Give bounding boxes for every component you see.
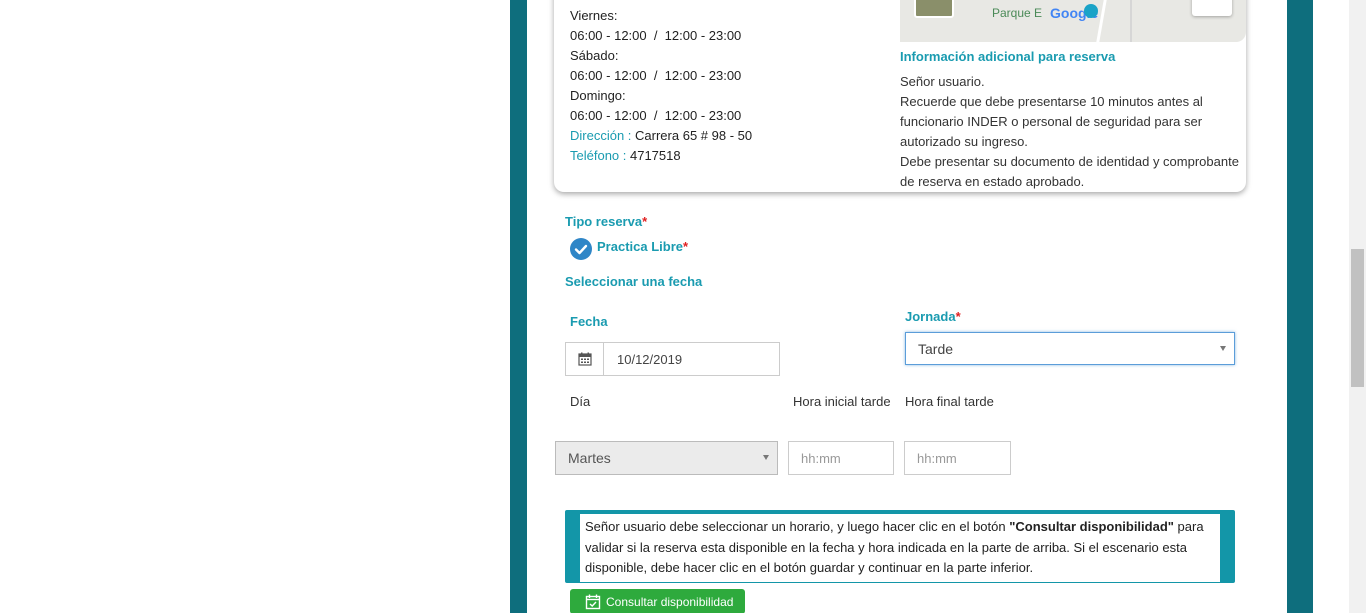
jornada-text: Jornada xyxy=(905,309,956,324)
address-row: Dirección : Carrera 65 # 98 - 50 xyxy=(570,126,752,146)
calendar-icon[interactable] xyxy=(566,343,604,375)
map-place-label: Parque E xyxy=(992,6,1043,20)
dia-label: Día xyxy=(570,394,591,409)
schedule-hours-friday: 06:00 - 12:00 / 12:00 - 23:00 xyxy=(570,28,742,43)
jornada-label: Jornada* xyxy=(905,309,961,324)
check-circle-icon[interactable] xyxy=(570,238,592,260)
map-road xyxy=(1130,0,1132,42)
dia-selected-value: Martes xyxy=(568,450,611,466)
hora-inicial-input[interactable] xyxy=(788,441,894,475)
address-label: Dirección : xyxy=(570,128,632,143)
required-mark: * xyxy=(642,214,648,229)
map-pin-icon xyxy=(1084,4,1098,18)
schedule-day-saturday: Sábado: xyxy=(570,48,619,63)
notice-text-bold: "Consultar disponibilidad" xyxy=(1009,519,1174,534)
phone-label: Teléfono : xyxy=(570,148,627,163)
fecha-field[interactable] xyxy=(565,342,780,376)
required-mark: * xyxy=(683,239,689,254)
schedule-hours-saturday: 06:00 - 12:00 / 12:00 - 23:00 xyxy=(570,68,742,83)
chevron-down-icon xyxy=(1220,346,1226,351)
notice-text-part1: Señor usuario debe seleccionar un horari… xyxy=(585,519,1010,534)
consultar-disponibilidad-button[interactable]: Consultar disponibilidad xyxy=(570,589,745,613)
select-date-heading: Seleccionar una fecha xyxy=(565,274,703,289)
option-practica-libre[interactable]: Practica Libre* xyxy=(597,239,688,254)
tipo-reserva-label: Tipo reserva* xyxy=(565,214,647,229)
required-mark: * xyxy=(955,309,961,324)
consultar-button-label: Consultar disponibilidad xyxy=(606,594,734,609)
schedule-hours-sunday: 06:00 - 12:00 / 12:00 - 23:00 xyxy=(570,108,742,123)
schedule-list: Viernes: 06:00 - 12:00 / 12:00 - 23:00 S… xyxy=(570,6,752,166)
schedule-day-friday: Viernes: xyxy=(570,8,618,23)
fecha-input[interactable] xyxy=(605,343,779,375)
notice-text: Señor usuario debe seleccionar un horari… xyxy=(580,514,1220,582)
jornada-selected-value: Tarde xyxy=(918,341,954,357)
map-satellite-thumbnail[interactable] xyxy=(914,0,954,18)
option-label: Practica Libre xyxy=(597,239,683,254)
calendar-check-icon xyxy=(585,594,601,609)
hora-final-label: Hora final tarde xyxy=(905,394,994,409)
map-control-button[interactable] xyxy=(1192,0,1232,16)
page-scrollbar-thumb[interactable] xyxy=(1351,249,1364,387)
schedule-day-sunday: Domingo: xyxy=(570,88,626,103)
availability-notice: Señor usuario debe seleccionar un horari… xyxy=(565,510,1235,583)
phone-value: 4717518 xyxy=(626,148,681,163)
phone-row: Teléfono : 4717518 xyxy=(570,146,752,166)
hora-final-input[interactable] xyxy=(904,441,1011,475)
page-left-margin xyxy=(0,0,510,613)
additional-info-text: Señor usuario. Recuerde que debe present… xyxy=(900,74,1239,189)
jornada-select[interactable]: Tarde xyxy=(905,332,1235,365)
hora-inicial-label: Hora inicial tarde xyxy=(793,394,891,409)
additional-info-title: Información adicional para reserva xyxy=(900,49,1116,64)
address-value: Carrera 65 # 98 - 50 xyxy=(631,128,753,143)
location-map[interactable]: Parque E Google xyxy=(900,0,1246,42)
dia-select: Martes xyxy=(555,441,778,475)
fecha-label: Fecha xyxy=(570,314,608,329)
tipo-reserva-text: Tipo reserva xyxy=(565,214,643,229)
chevron-down-icon xyxy=(763,455,769,460)
